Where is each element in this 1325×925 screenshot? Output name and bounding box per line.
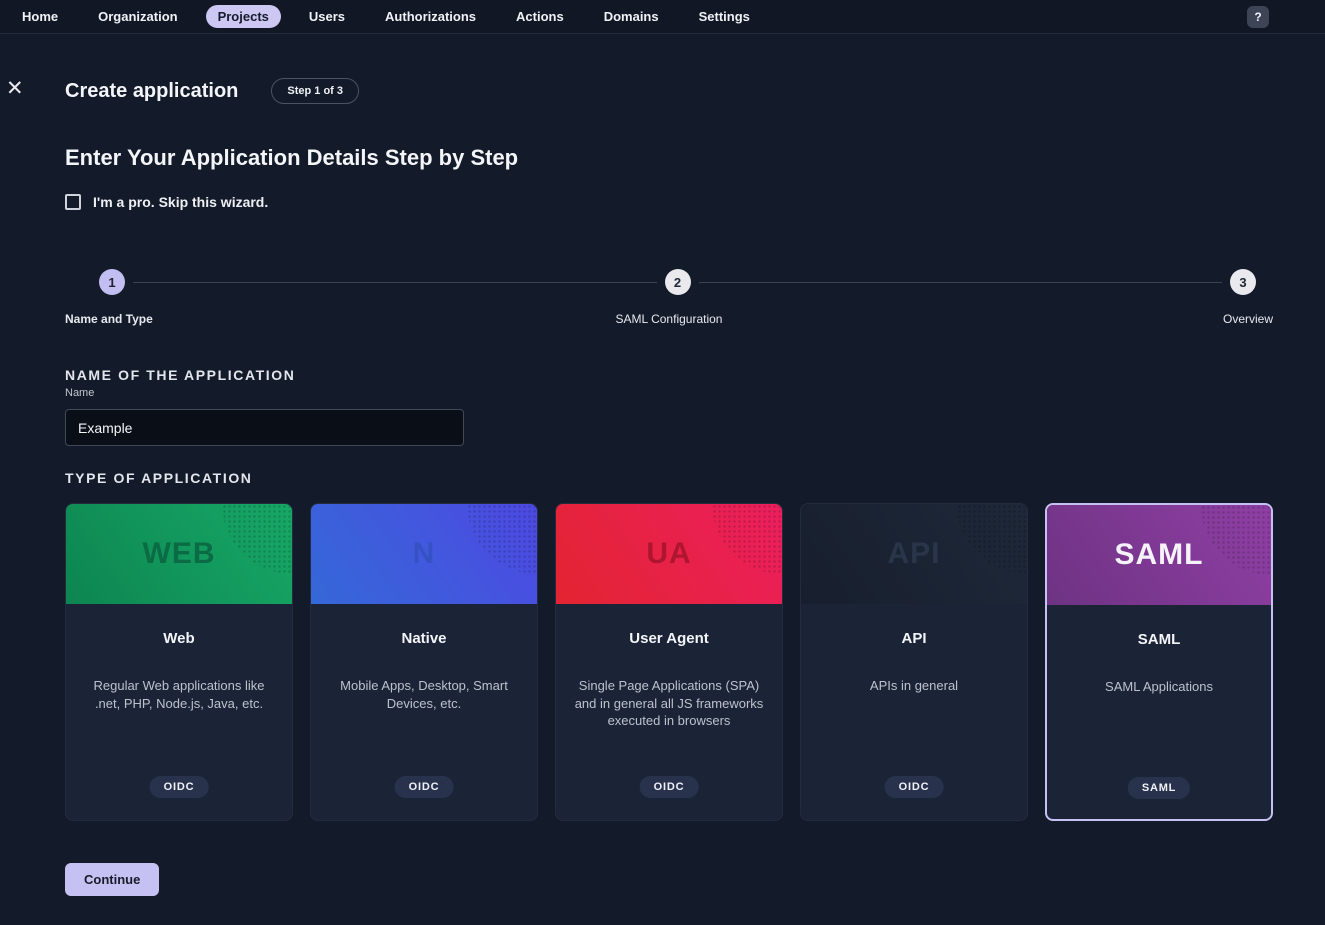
nav-item-actions[interactable]: Actions <box>504 5 576 28</box>
nav-item-organization[interactable]: Organization <box>86 5 189 28</box>
close-icon[interactable]: ✕ <box>6 78 24 99</box>
step-connector <box>699 282 1223 283</box>
step-label-saml-configuration: SAML Configuration <box>616 312 723 326</box>
stepper-labels: Name and Type SAML Configuration Overvie… <box>65 312 1273 328</box>
app-type-card-description: APIs in general <box>817 677 1011 695</box>
type-section: TYPE OF APPLICATION WEB Web Regular Web … <box>65 470 1273 821</box>
app-type-card-user-agent[interactable]: UA User Agent Single Page Applications (… <box>555 503 783 821</box>
app-type-card-title: SAML <box>1063 631 1255 648</box>
step-indicator-badge: Step 1 of 3 <box>271 78 359 104</box>
wizard-stepper: 1 2 3 Name and Type SAML Configuration O… <box>65 269 1273 328</box>
skip-wizard-checkbox[interactable] <box>65 194 81 210</box>
application-name-input[interactable] <box>65 409 464 446</box>
skip-wizard-checkbox-row[interactable]: I'm a pro. Skip this wizard. <box>65 194 1273 210</box>
nav-item-domains[interactable]: Domains <box>592 5 671 28</box>
stepper-track: 1 2 3 <box>65 269 1273 295</box>
app-type-card-saml[interactable]: SAML SAML SAML Applications SAML <box>1045 503 1273 821</box>
app-type-saml-abbr: SAML <box>1115 538 1204 572</box>
wizard-heading: Enter Your Application Details Step by S… <box>65 145 1273 171</box>
skip-wizard-label: I'm a pro. Skip this wizard. <box>93 194 268 210</box>
app-type-user-agent-abbr: UA <box>646 537 691 571</box>
app-type-card-description: Mobile Apps, Desktop, Smart Devices, etc… <box>327 677 521 712</box>
app-type-card-native[interactable]: N Native Mobile Apps, Desktop, Smart Dev… <box>310 503 538 821</box>
protocol-badge: OIDC <box>885 776 944 798</box>
name-field-label: Name <box>65 387 94 399</box>
protocol-badge: OIDC <box>640 776 699 798</box>
app-type-card-description: SAML Applications <box>1063 678 1255 696</box>
app-type-card-api[interactable]: API API APIs in general OIDC <box>800 503 1028 821</box>
nav-item-home[interactable]: Home <box>10 5 70 28</box>
step-label-name-and-type: Name and Type <box>65 312 153 326</box>
nav-item-authorizations[interactable]: Authorizations <box>373 5 488 28</box>
app-type-cards: WEB Web Regular Web applications like .n… <box>65 503 1273 821</box>
app-type-card-web-body: Web Regular Web applications like .net, … <box>66 604 292 821</box>
page-header: Create application Step 1 of 3 <box>65 34 1273 104</box>
app-type-card-user-agent-body: User Agent Single Page Applications (SPA… <box>556 604 782 821</box>
step-circle-1[interactable]: 1 <box>99 269 125 295</box>
nav-item-projects[interactable]: Projects <box>206 5 281 28</box>
app-type-card-title: API <box>817 630 1011 647</box>
app-type-card-api-body: API APIs in general OIDC <box>801 604 1027 821</box>
nav-item-settings[interactable]: Settings <box>687 5 762 28</box>
app-type-card-title: User Agent <box>572 630 766 647</box>
nav-item-users[interactable]: Users <box>297 5 357 28</box>
app-type-web-abbr: WEB <box>143 537 216 571</box>
app-type-card-title: Native <box>327 630 521 647</box>
protocol-badge: OIDC <box>150 776 209 798</box>
name-section: NAME OF THE APPLICATION Name <box>65 367 1273 446</box>
protocol-badge: OIDC <box>395 776 454 798</box>
app-type-card-description: Regular Web applications like .net, PHP,… <box>82 677 276 712</box>
step-connector <box>133 282 657 283</box>
top-navigation: Home Organization Projects Users Authori… <box>0 0 1325 34</box>
step-circle-3[interactable]: 3 <box>1230 269 1256 295</box>
step-circle-2[interactable]: 2 <box>665 269 691 295</box>
app-type-card-user-agent-banner: UA <box>556 504 782 604</box>
app-type-card-native-banner: N <box>311 504 537 604</box>
app-type-api-abbr: API <box>887 537 940 571</box>
app-type-card-saml-banner: SAML <box>1047 505 1271 605</box>
help-icon[interactable]: ? <box>1247 6 1269 28</box>
app-type-card-web[interactable]: WEB Web Regular Web applications like .n… <box>65 503 293 821</box>
app-type-card-description: Single Page Applications (SPA) and in ge… <box>572 677 766 730</box>
protocol-badge: SAML <box>1128 777 1190 799</box>
app-type-card-web-banner: WEB <box>66 504 292 604</box>
app-type-card-native-body: Native Mobile Apps, Desktop, Smart Devic… <box>311 604 537 821</box>
name-section-title: NAME OF THE APPLICATION <box>65 367 1273 383</box>
app-type-card-api-banner: API <box>801 504 1027 604</box>
app-type-card-saml-body: SAML SAML Applications SAML <box>1047 605 1271 821</box>
page-title: Create application <box>65 80 238 103</box>
app-type-native-abbr: N <box>413 537 436 571</box>
create-application-page: Create application Step 1 of 3 Enter You… <box>65 34 1273 896</box>
step-label-overview: Overview <box>1223 312 1273 326</box>
type-section-title: TYPE OF APPLICATION <box>65 470 1273 486</box>
app-type-card-title: Web <box>82 630 276 647</box>
continue-button[interactable]: Continue <box>65 863 159 896</box>
